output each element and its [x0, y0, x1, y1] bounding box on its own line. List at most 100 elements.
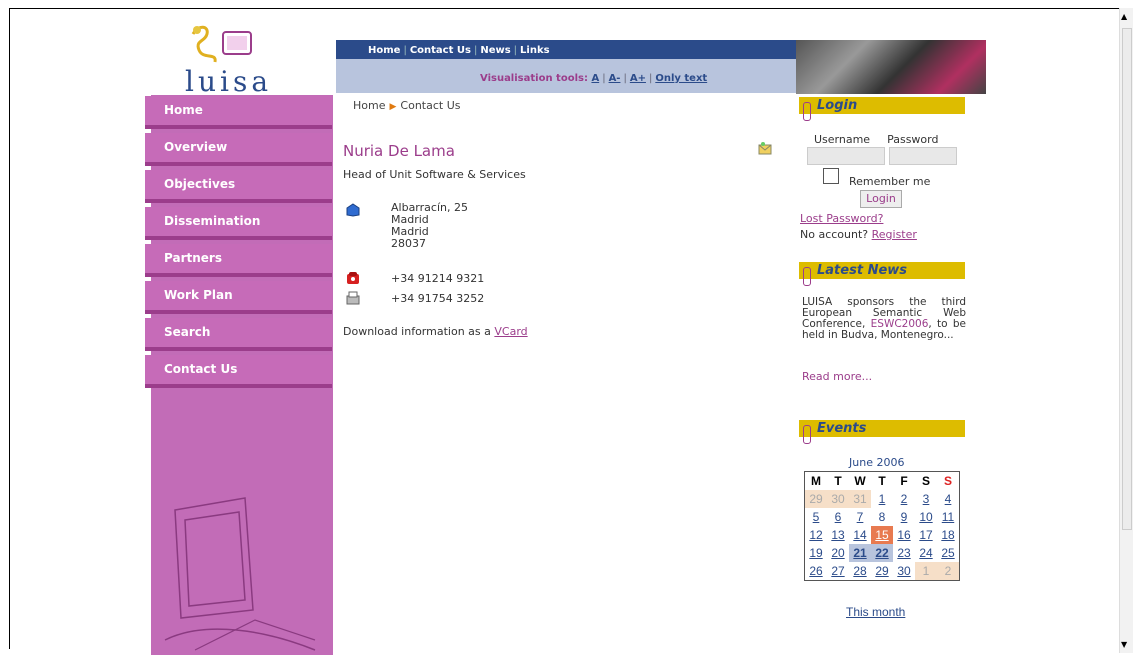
password-label: Password — [887, 133, 939, 146]
calendar-day[interactable]: 9 — [893, 508, 915, 526]
nav-news[interactable]: News — [480, 45, 510, 56]
telephone-icon — [347, 272, 359, 284]
password-input[interactable] — [889, 147, 957, 165]
font-smaller-link[interactable]: A- — [609, 73, 621, 84]
calendar-day: 8 — [878, 510, 886, 524]
calendar-day[interactable]: 23 — [893, 544, 915, 562]
paperclip-icon — [803, 425, 811, 444]
read-more-link[interactable]: Read more... — [802, 370, 872, 383]
calendar-day: 2 — [937, 562, 960, 581]
calendar-day[interactable]: 7 — [849, 508, 871, 526]
calendar-day[interactable]: 6 — [827, 508, 849, 526]
calendar-day[interactable]: 18 — [937, 526, 960, 544]
calendar-day[interactable]: 17 — [915, 526, 937, 544]
logo-text: luisa — [185, 65, 273, 98]
sidebar-item-overview[interactable]: Overview — [145, 133, 332, 166]
visualisation-label: Visualisation tools: — [480, 73, 588, 84]
calendar-day[interactable]: 3 — [915, 490, 937, 508]
sidebar-item-objectives[interactable]: Objectives — [145, 170, 332, 203]
computer-illustration-icon — [164, 497, 316, 651]
calendar-day[interactable]: 29 — [871, 562, 893, 581]
logo-artwork-icon — [191, 25, 252, 63]
sidebar-item-work-plan[interactable]: Work Plan — [145, 281, 332, 314]
no-account-line: No account? Register — [800, 228, 917, 241]
calendar-day[interactable]: 25 — [937, 544, 960, 562]
weekday-header: T — [834, 474, 842, 488]
calendar-day[interactable]: 2 — [893, 490, 915, 508]
vertical-scrollbar[interactable]: ▲ ▼ — [1119, 8, 1133, 653]
calendar-week-row: 19 20 21 22 23 24 25 — [805, 544, 960, 562]
calendar-day-event[interactable]: 21 — [849, 544, 871, 562]
weekday-header: T — [878, 474, 886, 488]
address-icon — [346, 203, 360, 217]
font-normal-link[interactable]: A — [591, 73, 599, 84]
nav-contact-us[interactable]: Contact Us — [410, 45, 471, 56]
contact-name: Nuria De Lama — [343, 142, 455, 160]
login-box-title: Login — [799, 97, 965, 114]
vcard-download: Download information as a VCard — [343, 325, 528, 338]
lost-password-link[interactable]: Lost Password? — [800, 212, 883, 225]
calendar-day[interactable]: 11 — [937, 508, 960, 526]
paperclip-icon — [803, 267, 811, 286]
username-label: Username — [814, 133, 871, 146]
login-labels: Username Password — [814, 133, 955, 146]
email-icon[interactable] — [758, 141, 773, 155]
sidebar-item-contact-us[interactable]: Contact Us — [145, 355, 332, 388]
calendar-day: 31 — [849, 490, 871, 508]
calendar-day[interactable]: 14 — [849, 526, 871, 544]
nav-home[interactable]: Home — [368, 45, 400, 56]
contact-address: Albarracín, 25 Madrid Madrid 28037 — [391, 202, 468, 250]
vcard-text: Download information as a — [343, 325, 491, 338]
register-link[interactable]: Register — [872, 228, 917, 241]
only-text-link[interactable]: Only text — [655, 73, 707, 84]
font-larger-link[interactable]: A+ — [630, 73, 646, 84]
calendar-day[interactable]: 28 — [849, 562, 871, 581]
sidebar-item-dissemination[interactable]: Dissemination — [145, 207, 332, 240]
calendar-week-row: 26 27 28 29 30 1 2 — [805, 562, 960, 581]
calendar-day[interactable]: 5 — [805, 508, 828, 526]
contact-role: Head of Unit Software & Services — [343, 168, 526, 181]
calendar-day[interactable]: 26 — [805, 562, 828, 581]
header-photo — [796, 40, 986, 94]
sidebar-menu: Home Overview Objectives Dissemination P… — [145, 96, 332, 392]
breadcrumb: Home ▶ Contact Us — [353, 99, 460, 112]
events-calendar: M T W T F S S 29 30 31 1 2 3 4 5 6 7 8 9… — [804, 471, 960, 581]
weekday-header: W — [854, 474, 866, 488]
calendar-day[interactable]: 30 — [893, 562, 915, 581]
scrollbar-thumb[interactable] — [1122, 28, 1132, 530]
calendar-day[interactable]: 20 — [827, 544, 849, 562]
calendar-day[interactable]: 1 — [871, 490, 893, 508]
contact-telephone: +34 91214 9321 — [391, 272, 485, 285]
login-button[interactable]: Login — [860, 190, 902, 208]
this-month-link[interactable]: This month — [846, 605, 905, 619]
calendar-month: June 2006 — [849, 456, 905, 469]
nav-links[interactable]: Links — [520, 45, 550, 56]
vcard-link[interactable]: VCard — [494, 325, 527, 338]
calendar-day: 30 — [827, 490, 849, 508]
calendar-day[interactable]: 16 — [893, 526, 915, 544]
weekday-header: F — [900, 474, 908, 488]
calendar-day-event[interactable]: 22 — [871, 544, 893, 562]
calendar-day[interactable]: 12 — [805, 526, 828, 544]
breadcrumb-home[interactable]: Home — [353, 99, 385, 112]
calendar-day[interactable]: 13 — [827, 526, 849, 544]
sidebar-item-search[interactable]: Search — [145, 318, 332, 351]
calendar-day[interactable]: 27 — [827, 562, 849, 581]
weekday-header: S — [943, 474, 952, 488]
sidebar-item-home[interactable]: Home — [145, 96, 332, 129]
remember-me-checkbox[interactable] — [823, 168, 839, 184]
sidebar-item-partners[interactable]: Partners — [145, 244, 332, 277]
calendar-day[interactable]: 10 — [915, 508, 937, 526]
calendar-weekday-row: M T W T F S S — [805, 472, 960, 491]
weekday-header: M — [811, 474, 821, 488]
calendar-day-today[interactable]: 15 — [871, 526, 893, 544]
calendar-day[interactable]: 19 — [805, 544, 828, 562]
calendar-day: 1 — [915, 562, 937, 581]
calendar-day[interactable]: 4 — [937, 490, 960, 508]
no-account-text: No account? — [800, 228, 869, 241]
scroll-up-icon[interactable]: ▲ — [1121, 12, 1127, 21]
paperclip-icon — [803, 102, 811, 121]
scroll-down-icon[interactable]: ▼ — [1121, 640, 1127, 649]
username-input[interactable] — [807, 147, 885, 165]
calendar-day[interactable]: 24 — [915, 544, 937, 562]
